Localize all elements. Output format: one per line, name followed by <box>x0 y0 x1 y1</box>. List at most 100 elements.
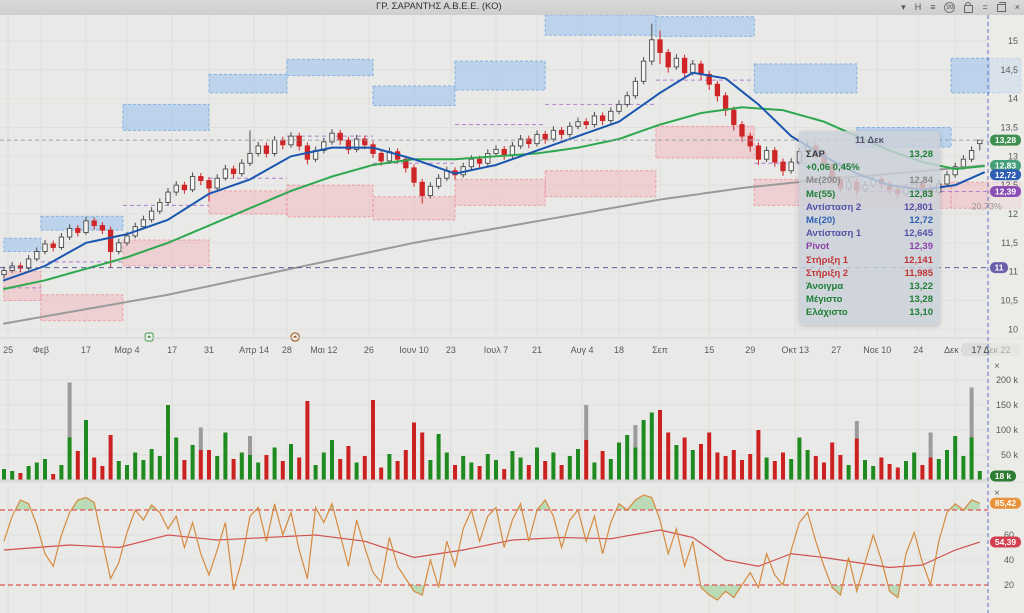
candle-body <box>256 146 260 153</box>
support-zone <box>41 295 123 321</box>
volume-bar-block-trades <box>855 421 859 439</box>
volume-bar <box>592 463 596 481</box>
candle-body <box>412 168 416 182</box>
legend-row: Με(200)12,84 <box>806 174 933 187</box>
volume-bar <box>781 453 785 481</box>
candle-body <box>190 177 194 190</box>
legend-row-label: +0,06 0,45% <box>806 161 860 174</box>
volume-bar <box>953 436 957 480</box>
close-window-icon[interactable]: × <box>1015 0 1020 15</box>
volume-bar <box>43 459 47 480</box>
volume-tick-label: 50 k <box>1001 450 1019 460</box>
support-zone <box>287 185 373 217</box>
candle-body <box>125 236 129 243</box>
candle-body <box>691 64 695 73</box>
candle-body <box>510 146 514 155</box>
candle-body <box>756 146 760 159</box>
volume-bar <box>355 463 359 481</box>
volume-bar <box>338 459 342 480</box>
volume-bar <box>773 461 777 480</box>
volume-bar <box>699 444 703 480</box>
axis-badge-text: 12,72 <box>995 170 1017 180</box>
volume-bar <box>264 455 268 480</box>
candle-body <box>141 220 145 227</box>
volume-bar <box>855 439 859 481</box>
count-badge-icon[interactable]: 99 <box>944 2 955 13</box>
legend-row-label: Ελάχιστο <box>806 306 848 319</box>
candle-body <box>223 169 227 178</box>
price-tick-label: 14,5 <box>1000 65 1018 75</box>
volume-bar <box>765 458 769 481</box>
titlebar-icons: ▾ H ≡ 99 = × <box>901 0 1020 15</box>
volume-bar <box>797 438 801 481</box>
interval-hour-button[interactable]: H <box>915 0 922 15</box>
date-tick-label: 25 <box>3 345 13 355</box>
price-tick-label: 10 <box>1008 324 1018 334</box>
candle-body <box>633 81 637 95</box>
volume-bar <box>453 465 457 480</box>
volume-bar <box>666 433 670 481</box>
oscillator-pane-close-icon[interactable]: × <box>994 488 1000 499</box>
volume-bar <box>879 458 883 481</box>
dropdown-arrow-icon[interactable]: ▾ <box>901 0 906 15</box>
legend-row-label: Μέγιστο <box>806 293 842 306</box>
volume-bar <box>822 463 826 481</box>
restore-window-icon[interactable] <box>997 4 1006 12</box>
legend-row-value: 11,985 <box>904 267 933 280</box>
volume-bar <box>863 460 867 480</box>
volume-bar <box>609 459 613 480</box>
unlock-icon[interactable] <box>964 5 973 13</box>
resistance-zone <box>455 61 545 90</box>
candle-body <box>100 226 104 231</box>
legend-row: Άνοιγμα13,22 <box>806 280 933 293</box>
price-tick-label: 14 <box>1008 94 1018 104</box>
legend-row: Αντίσταση 212,801 <box>806 201 933 214</box>
volume-bar <box>59 465 63 480</box>
volume-tick-label: 200 k <box>996 375 1019 385</box>
window-titlebar[interactable]: ΓΡ. ΣΑΡΑΝΤΗΣ Α.Β.Ε.Ε. (ΚΟ) ▾ H ≡ 99 = × <box>0 0 1024 16</box>
candle-body <box>945 175 949 184</box>
legend-row-value: 12,645 <box>904 227 933 240</box>
legend-row: Με(20)12,72 <box>806 214 933 227</box>
volume-tick-label: 150 k <box>996 400 1019 410</box>
candle-body <box>248 153 252 163</box>
candle-body <box>207 181 211 188</box>
legend-row-value: 13,22 <box>909 280 933 293</box>
legend-row: Στήριξη 2 11,985 <box>806 267 933 280</box>
legend-row: Pivot12,39 <box>806 240 933 253</box>
volume-bar <box>584 440 588 480</box>
volume-bar <box>445 453 449 481</box>
candle-body <box>272 140 276 153</box>
candle-body <box>166 192 170 202</box>
legend-row-label: ΣΑΡ <box>806 148 825 161</box>
axis-badge-text: 18 k <box>995 471 1012 481</box>
support-zone <box>455 179 545 205</box>
volume-bar <box>896 468 900 481</box>
volume-bar <box>519 458 523 481</box>
date-tick-label: Αυγ 4 <box>571 345 594 355</box>
resistance-zone <box>287 59 373 75</box>
volume-bar <box>732 450 736 480</box>
volume-bar <box>674 445 678 480</box>
volume-bar <box>248 455 252 480</box>
quote-legend-panel[interactable]: 11 Δεκ ΣΑΡ13,28+0,06 0,45%Με(200)12,84Με… <box>799 131 940 325</box>
date-tick-label: Σεπ <box>652 345 668 355</box>
candle-body <box>59 237 63 247</box>
indicators-icon[interactable]: ≡ <box>930 0 935 15</box>
date-tick-label: 18 <box>614 345 624 355</box>
candle-body <box>215 178 219 188</box>
volume-bar <box>830 443 834 481</box>
candle-body <box>199 177 203 181</box>
legend-date: 11 Δεκ <box>806 134 933 148</box>
volume-bar <box>10 471 14 480</box>
axis-strip <box>990 15 1024 613</box>
menu-icon[interactable]: = <box>982 0 987 15</box>
resistance-zone <box>545 15 656 35</box>
volume-pane-close-icon[interactable]: × <box>994 361 1000 372</box>
volume-bar <box>633 448 637 481</box>
volume-bar <box>92 458 96 481</box>
legend-row-value: 13,10 <box>909 306 933 319</box>
candle-body <box>43 244 47 251</box>
legend-row-label: Στήριξη 2 <box>806 267 848 280</box>
candle-body <box>158 202 162 211</box>
